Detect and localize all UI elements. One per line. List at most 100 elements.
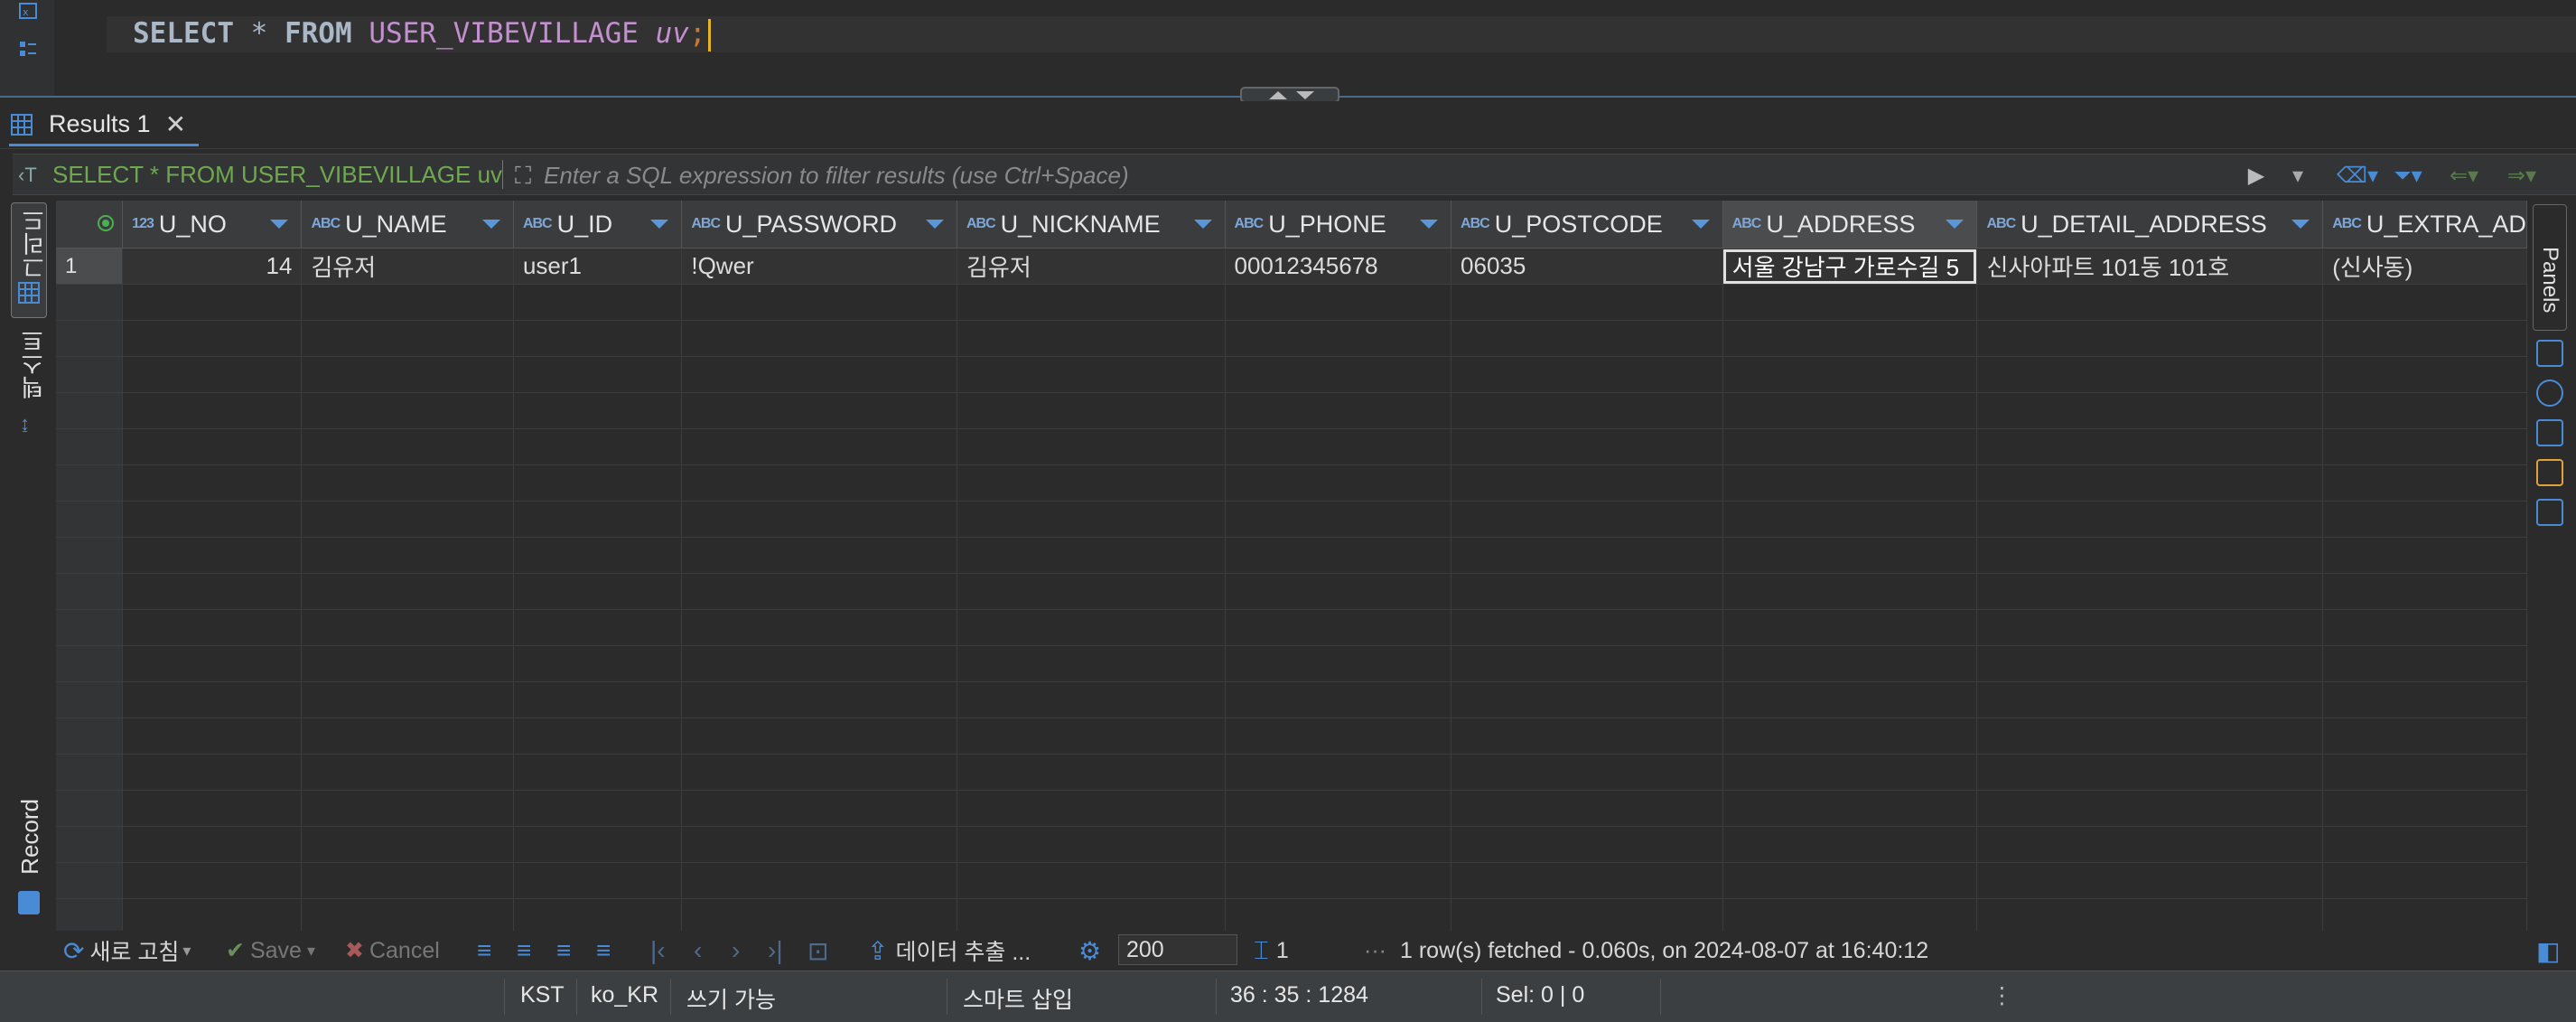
column-header-u-id[interactable]: ABC U_ID [513,201,683,248]
eraser-icon[interactable]: ⌫▾ [2337,160,2378,191]
cell-u-address[interactable]: 서울 강남구 가로수길 5 [1722,248,1978,285]
cell-u-detail-address[interactable]: 신사아파트 101동 101호 [1976,248,2324,285]
fetch-size-input[interactable] [1118,934,1237,965]
tab-results-1[interactable]: Results 1 ✕ [9,105,200,146]
cancel-button[interactable]: ✖ Cancel [345,936,440,965]
sql-code-line[interactable]: SELECT * FROM USER_VIBEVILLAGE uv; [133,14,711,52]
grouping-icon[interactable] [2536,459,2563,486]
column-header-u-no[interactable]: 123 U_NO [122,201,303,248]
chevron-down-icon [1296,91,1314,99]
empty-cell [1451,898,1723,931]
column-header-u-detail-address[interactable]: ABC U_DETAIL_ADDRESS [1976,201,2324,248]
select-all-corner[interactable] [56,201,124,248]
settings-button[interactable]: ⚙ [1078,936,1101,965]
fetch-all-button[interactable]: ⊡ [807,936,828,965]
references-icon[interactable] [2536,499,2563,526]
cursor-position: 36 : 35 : 1284 [1230,982,1368,1008]
value-viewer-icon[interactable] [2536,340,2563,367]
filter-icon[interactable]: ⏷▾ [2388,160,2428,191]
empty-row [56,428,2527,465]
row-number[interactable]: 1 [56,248,124,285]
sort-dropdown-icon[interactable] [481,220,500,229]
empty-cell [957,501,1226,538]
forward-arrow-icon[interactable]: ⇒▾ [2498,160,2545,191]
column-header-u-phone[interactable]: ABC U_PHONE [1225,201,1452,248]
column-header-u-password[interactable]: ABC U_PASSWORD [681,201,957,248]
empty-cell [122,826,303,863]
more-icon[interactable]: ··· [1364,936,1386,965]
add-row-button[interactable]: ≡ [517,936,531,965]
query-text[interactable]: SELECT * FROM USER_VIBEVILLAGE uv [52,161,502,189]
write-mode-indicator[interactable]: 쓰기 가능 [686,982,776,1015]
sort-dropdown-icon[interactable] [1420,220,1439,229]
empty-cell [122,428,303,465]
tab-grid[interactable]: 그리드 [11,202,48,318]
empty-row [56,501,2527,538]
empty-cell [513,320,683,357]
divider [502,160,503,189]
variable-icon[interactable]: x [18,2,38,20]
panel-layout-icon: ◧ [2536,936,2561,965]
row-count-button[interactable]: ⌶ 1 [1254,936,1289,965]
table-row[interactable]: 1 14 김유저 user1 !Qwer 김유저 00012345678 060… [56,248,2527,285]
column-header-u-address[interactable]: ABC U_ADDRESS [1722,201,1978,248]
row-number-empty [56,681,124,718]
back-arrow-icon[interactable]: ⇐▾ [2441,160,2487,191]
column-header-u-name[interactable]: ABC U_NAME [301,201,514,248]
sort-dropdown-icon[interactable] [925,220,944,229]
empty-cell [1451,826,1723,863]
save-button[interactable]: ✔ Save ▾ [226,936,315,965]
tab-panels[interactable]: Panels [2533,204,2567,331]
insert-mode-indicator[interactable]: 스마트 삽입 [963,982,1073,1015]
export-data-button[interactable]: ⇪ 데이터 추출 ... [867,936,1031,966]
empty-row [56,609,2527,646]
apply-filter-icon[interactable]: ▶ [2245,160,2267,191]
sort-dropdown-icon[interactable] [1691,220,1710,229]
previous-page-button[interactable]: ‹ [694,936,702,965]
column-header-u-nickname[interactable]: ABC U_NICKNAME [957,201,1226,248]
sql-editor[interactable]: x SELECT * FROM USER_VIBEVILLAGE uv; [0,0,2576,98]
cell-u-no[interactable]: 14 [122,248,303,285]
sort-dropdown-icon[interactable] [1946,220,1965,229]
delete-row-button[interactable]: ≡ [596,936,611,965]
empty-cell [957,428,1226,465]
cell-u-id[interactable]: user1 [513,248,683,285]
cell-u-postcode[interactable]: 06035 [1451,248,1723,285]
timezone-indicator[interactable]: KST [520,982,565,1008]
status-menu-icon[interactable]: ⋮ [1991,982,2013,1009]
filter-history-dropdown[interactable]: ▾ [2280,160,2316,191]
empty-cell [2322,537,2527,574]
copy-row-button[interactable]: ≡ [556,936,571,965]
next-page-button[interactable]: › [732,936,740,965]
tab-record[interactable]: Record [11,797,47,924]
cell-u-nickname[interactable]: 김유저 [957,248,1226,285]
first-page-button[interactable]: |‹ [650,936,666,965]
results-grid[interactable]: 123 U_NO ABC U_NAME ABC U_ID ABC U_PASSWORD … [56,201,2527,931]
sort-dropdown-icon[interactable] [650,220,669,229]
edit-row-button[interactable]: ≡ [477,936,491,965]
locale-indicator[interactable]: ko_KR [591,982,658,1008]
sort-dropdown-icon[interactable] [270,220,289,229]
column-header-u-extra-address[interactable]: ABC U_EXTRA_AD [2322,201,2527,248]
sort-dropdown-icon[interactable] [2291,220,2310,229]
cell-u-phone[interactable]: 00012345678 [1225,248,1452,285]
cell-u-password[interactable]: !Qwer [681,248,957,285]
tab-text[interactable]: 텍스트 ↨ [11,327,47,445]
close-icon[interactable]: ✕ [165,109,186,139]
last-page-button[interactable]: ›| [768,936,783,965]
refresh-button[interactable]: ⟳ 새로 고침 ▾ [63,936,191,966]
cell-u-name[interactable]: 김유저 [301,248,514,285]
panel-layout-button[interactable]: ◧ [2536,936,2560,965]
empty-cell [1225,790,1452,827]
outline-icon[interactable] [18,40,38,58]
empty-row [56,537,2527,574]
calculator-icon[interactable] [2536,419,2563,446]
expand-editor-icon[interactable]: ⛶ [515,162,531,191]
sort-dropdown-icon[interactable] [1193,220,1212,229]
export-label: 데이터 추출 ... [895,940,1031,965]
column-header-u-postcode[interactable]: ABC U_POSTCODE [1451,201,1723,248]
metadata-icon[interactable] [2536,380,2563,407]
empty-cell [301,898,514,931]
filter-input[interactable] [542,157,2262,193]
cell-u-extra-address[interactable]: (신사동) [2322,248,2527,285]
